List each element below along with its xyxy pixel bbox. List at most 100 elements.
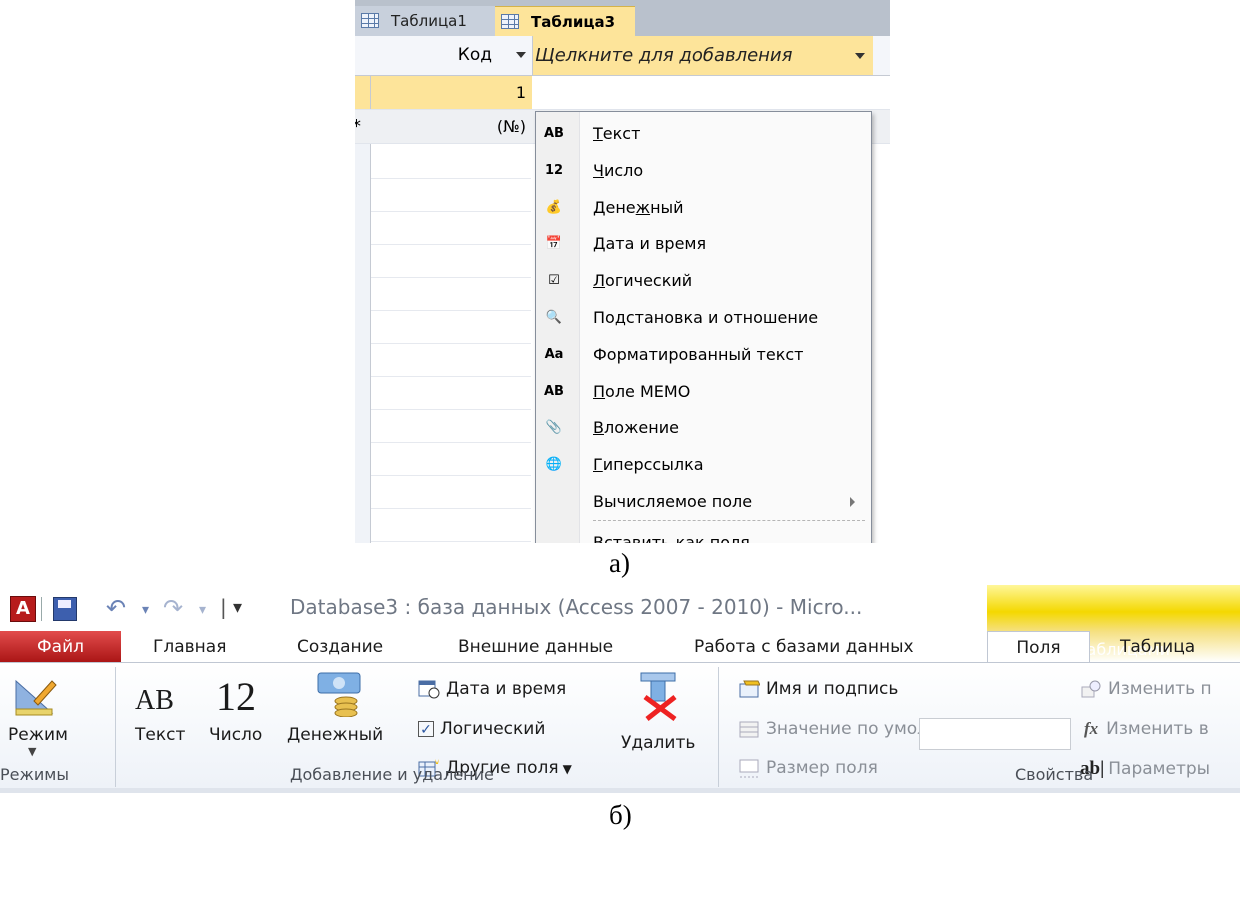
field-size-icon bbox=[739, 759, 759, 778]
menu-item-label: Денежный bbox=[593, 197, 684, 217]
hotkey-letter: ж bbox=[635, 197, 651, 217]
menu-item[interactable]: Вычисляемое поле bbox=[536, 484, 871, 520]
column-header-kod[interactable]: Код bbox=[371, 36, 533, 75]
grid-line bbox=[371, 508, 531, 509]
datetime-label: Дата и время bbox=[446, 679, 567, 699]
tab-file[interactable]: Файл bbox=[0, 631, 121, 663]
datasheet-grid: Код Щелкните для добавления 1 * (№) AB Те… bbox=[355, 36, 890, 543]
customize-qat-icon[interactable]: ▾ bbox=[233, 597, 242, 618]
menu-item-label: Число bbox=[593, 160, 644, 180]
divider bbox=[41, 597, 42, 621]
menu-item[interactable]: AB Текст bbox=[536, 116, 871, 152]
grid-line bbox=[371, 409, 531, 410]
cell-kod[interactable]: 1 bbox=[371, 76, 532, 109]
tab-create[interactable]: Создание bbox=[297, 631, 383, 663]
group-label-modes: Режимы bbox=[0, 765, 70, 784]
menu-item[interactable]: 📎 Вложение bbox=[536, 410, 871, 446]
name-caption-button[interactable]: Имя и подпись bbox=[738, 679, 898, 699]
menu-item[interactable]: 🔍 Подстановка и отношение bbox=[536, 300, 871, 336]
cell-kod[interactable]: (№) bbox=[371, 110, 532, 143]
menu-item[interactable]: 📅 Дата и время bbox=[536, 226, 871, 262]
change-expression-button[interactable]: fx Изменить в bbox=[1084, 719, 1209, 739]
number-icon: 12 bbox=[544, 162, 564, 178]
record-selector[interactable] bbox=[355, 76, 370, 109]
access-app-icon[interactable]: A bbox=[10, 596, 36, 622]
caption-b: б) bbox=[609, 800, 632, 830]
ribbon-bottom-strip bbox=[0, 788, 1240, 793]
tab-label: Таблица1 bbox=[391, 12, 467, 30]
hotkey-letter: П bbox=[593, 381, 606, 401]
undo-icon[interactable]: ↶ bbox=[106, 594, 126, 622]
tab-fields[interactable]: Поля bbox=[987, 631, 1090, 663]
grid-line bbox=[371, 277, 531, 278]
menu-item[interactable]: 🌐 Гиперссылка bbox=[536, 447, 871, 483]
add-currency-field-button[interactable]: Денежный bbox=[287, 671, 397, 761]
group-separator bbox=[115, 667, 116, 787]
add-text-field-button[interactable]: AB Текст bbox=[127, 671, 193, 761]
tab-table[interactable]: Таблица bbox=[1120, 631, 1195, 663]
number-label: Число bbox=[209, 725, 263, 745]
grid-line bbox=[371, 442, 531, 443]
memo-params-button[interactable]: ab| Параметры bbox=[1080, 758, 1210, 780]
tab-table1[interactable]: Таблица1 bbox=[355, 6, 495, 36]
default-value-icon bbox=[739, 721, 759, 738]
ruler-pencil-icon bbox=[15, 679, 57, 716]
checkbox-icon: ✓ bbox=[418, 721, 434, 738]
field-size-input[interactable] bbox=[919, 718, 1071, 750]
ribbon-tabs: Файл Главная Создание Внешние данные Раб… bbox=[0, 631, 1240, 663]
calendar-icon: 📅 bbox=[545, 236, 563, 252]
change-lookup-button[interactable]: Изменить п bbox=[1080, 679, 1212, 699]
tab-home[interactable]: Главная bbox=[153, 631, 226, 663]
add-datetime-button[interactable]: Дата и время bbox=[418, 679, 566, 699]
grid-line bbox=[371, 178, 531, 179]
chevron-down-icon: ▼ bbox=[562, 762, 572, 776]
change-lookup-label: Изменить п bbox=[1108, 679, 1212, 699]
text-label: Текст bbox=[135, 725, 186, 745]
tab-external-data[interactable]: Внешние данные bbox=[458, 631, 613, 663]
hotkey-letter: Л bbox=[593, 271, 606, 291]
delete-label: Удалить bbox=[621, 733, 696, 753]
column-header-add-field[interactable]: Щелкните для добавления bbox=[533, 36, 873, 75]
grid-line bbox=[371, 541, 531, 542]
hotkey-letter: Т bbox=[593, 124, 603, 143]
column-header-label: Код bbox=[457, 45, 492, 65]
table-row[interactable]: 1 bbox=[355, 76, 890, 110]
table-icon bbox=[501, 14, 519, 29]
redo-icon[interactable]: ↷ bbox=[163, 594, 183, 622]
column-header-label: Щелкните для добавления bbox=[535, 45, 793, 66]
menu-item-label: Поле MEMO bbox=[593, 381, 691, 401]
menu-item-label: Форматированный текст bbox=[593, 344, 804, 364]
save-icon[interactable] bbox=[53, 597, 77, 621]
tab-table3[interactable]: Таблица3 bbox=[495, 6, 635, 36]
menu-item[interactable]: 💰 Денежный bbox=[536, 190, 871, 226]
grid-line bbox=[371, 310, 531, 311]
menu-item-paste-as-fields[interactable]: Вставить как поля bbox=[536, 525, 871, 543]
menu-item[interactable]: Aa Форматированный текст bbox=[536, 337, 871, 373]
calendar-icon bbox=[418, 680, 440, 699]
tab-database-tools[interactable]: Работа с базами данных bbox=[694, 631, 914, 663]
add-logical-button[interactable]: ✓ Логический bbox=[418, 719, 545, 739]
menu-item-label: Дата и время bbox=[593, 234, 707, 254]
menu-separator bbox=[593, 520, 865, 521]
undo-dropdown-icon[interactable]: ▾ bbox=[142, 602, 149, 618]
window-title: Database3 : база данных (Access 2007 - 2… bbox=[290, 595, 863, 619]
menu-item-label: Гиперссылка bbox=[593, 455, 704, 475]
chevron-down-icon[interactable] bbox=[516, 52, 526, 58]
menu-item[interactable]: AB Поле MEMO bbox=[536, 374, 871, 410]
menu-item[interactable]: ☑ Логический bbox=[536, 263, 871, 299]
menu-item[interactable]: 12 Число bbox=[536, 153, 871, 189]
add-number-field-button[interactable]: 12 Число bbox=[205, 671, 275, 761]
chevron-down-icon[interactable] bbox=[855, 53, 865, 59]
access-ribbon-window: A ↶ ▾ ↷ ▾ | ▾ Database3 : база данных (A… bbox=[0, 585, 1240, 793]
redo-dropdown-icon[interactable]: ▾ bbox=[199, 602, 206, 618]
grid-line bbox=[371, 376, 531, 377]
menu-item-label: Логический bbox=[593, 271, 693, 291]
currency-icon bbox=[317, 672, 361, 717]
grid-line bbox=[371, 343, 531, 344]
name-caption-label: Имя и подпись bbox=[766, 679, 899, 699]
text-icon: AB bbox=[544, 126, 564, 141]
view-mode-button[interactable]: Режим ▼ bbox=[8, 671, 98, 763]
number-12-icon: 12 bbox=[216, 674, 256, 719]
delete-field-button[interactable]: Удалить bbox=[617, 671, 709, 761]
divider: | bbox=[220, 595, 227, 619]
